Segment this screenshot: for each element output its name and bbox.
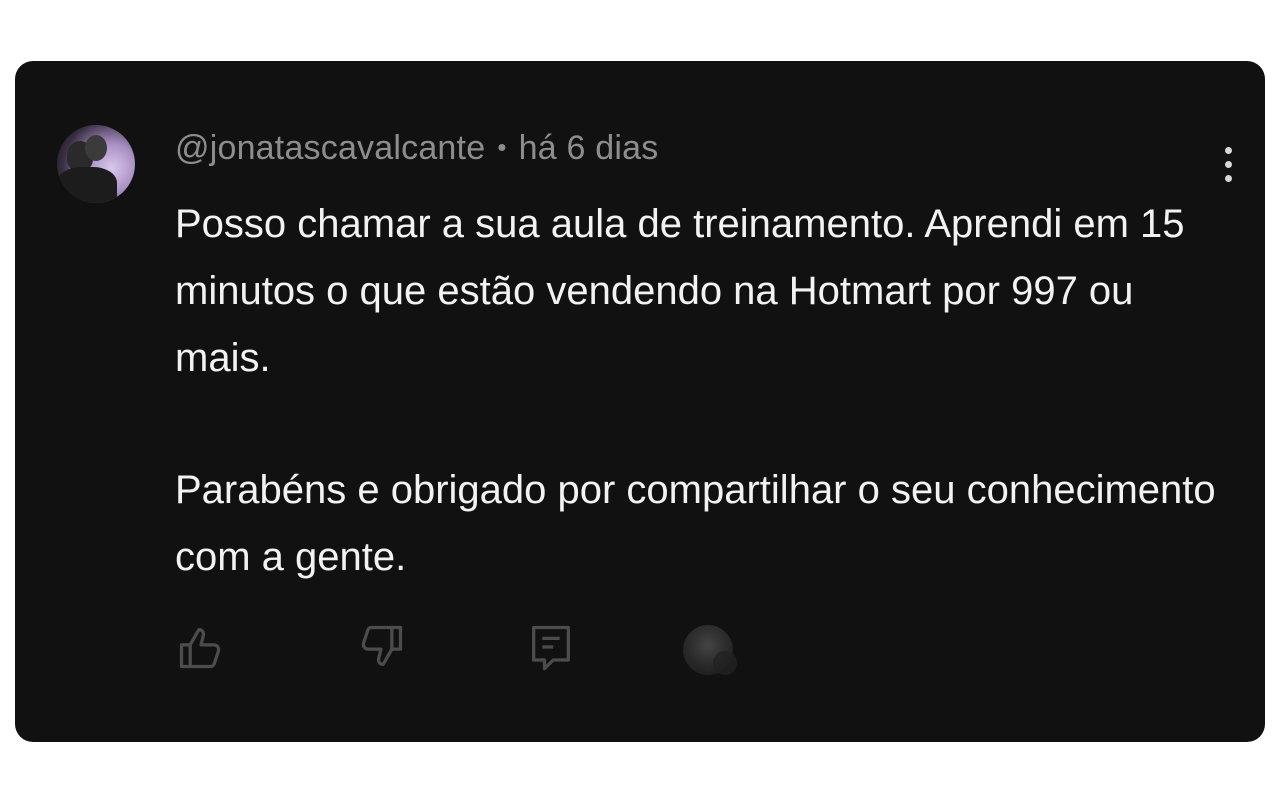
- comment-paragraph: Posso chamar a sua aula de treinamento. …: [175, 202, 1185, 380]
- meta-separator: •: [497, 132, 507, 162]
- thumbs-up-icon[interactable]: [175, 621, 227, 673]
- comment-actions: [175, 621, 795, 681]
- comment-paragraph: Parabéns e obrigado por compartilhar o s…: [175, 468, 1216, 579]
- user-avatar[interactable]: [57, 125, 135, 203]
- more-vertical-icon[interactable]: [1211, 143, 1251, 187]
- comment-text: Posso chamar a sua aula de treinamento. …: [175, 191, 1235, 591]
- comment-meta: @jonatascavalcante • há 6 dias: [175, 129, 658, 168]
- heart-icon: [713, 651, 737, 675]
- comment-card: @jonatascavalcante • há 6 dias Posso chama…: [15, 61, 1265, 742]
- thumbs-down-icon[interactable]: [355, 621, 407, 673]
- comment-icon[interactable]: [525, 621, 577, 673]
- comment-timestamp[interactable]: há 6 dias: [519, 129, 659, 167]
- username-link[interactable]: @jonatascavalcante: [175, 129, 485, 167]
